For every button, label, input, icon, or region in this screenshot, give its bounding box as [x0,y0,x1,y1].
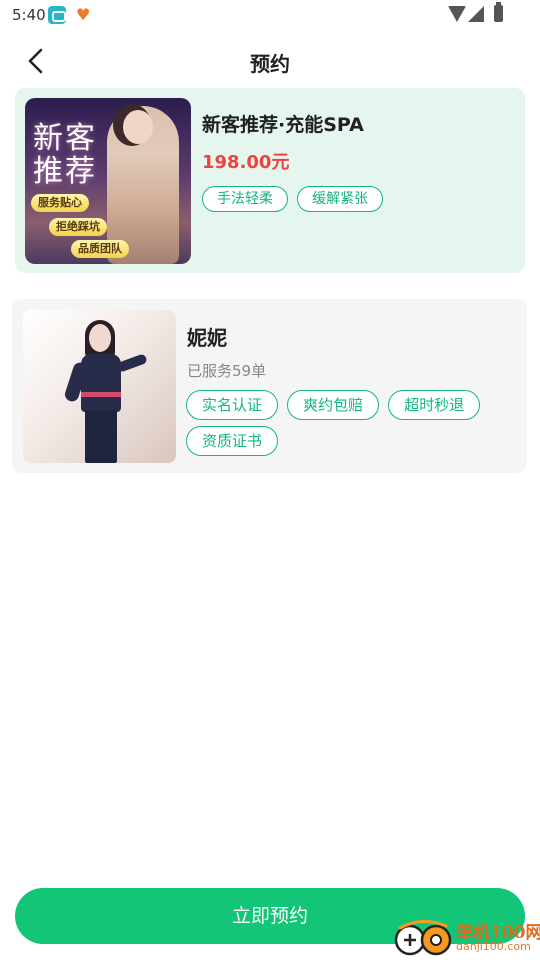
technician-tag: 实名认证 [186,390,279,420]
heart-app-icon: ♥ [76,5,91,24]
product-image-title: 新客推荐 [33,121,97,189]
signal-icon [468,6,484,22]
watermark-url: danji100.com [456,940,531,953]
status-bar: 5:40 ♥ [0,0,540,32]
technician-belt [81,392,121,397]
technician-body [81,354,121,412]
battery-icon [494,2,503,22]
wifi-icon [448,6,466,22]
technician-name: 妮妮 [187,326,227,350]
technician-tag: 超时秒退 [388,390,481,420]
technician-photo [23,310,176,463]
technician-legs [85,410,117,463]
watermark-logo-icon [394,920,452,956]
status-time: 5:40 [12,6,46,24]
technician-tag: 资质证书 [186,426,279,456]
product-image: 新客推荐 服务贴心 拒绝踩坑 品质团队 [25,98,191,264]
product-image-tag: 品质团队 [71,240,129,258]
page-title: 预约 [250,52,290,76]
technician-served-count: 已服务59单 [187,362,267,380]
product-name: 新客推荐·充能SPA [202,114,364,136]
product-tag: 缓解紧张 [297,186,384,212]
technician-tags: 实名认证 爽约包赔 超时秒退 资质证书 [186,390,516,462]
technician-card[interactable]: 妮妮 已服务59单 实名认证 爽约包赔 超时秒退 资质证书 [12,299,527,473]
product-tags: 手法轻柔 缓解紧张 [202,186,387,212]
product-image-tag: 服务贴心 [31,194,89,212]
product-card[interactable]: 新客推荐 服务贴心 拒绝踩坑 品质团队 新客推荐·充能SPA 198.00元 手… [15,88,525,273]
watermark: 单机100网 danji100.com [390,916,540,960]
app-notification-icon [48,6,66,24]
product-tag: 手法轻柔 [202,186,288,212]
technician-tag: 爽约包赔 [287,390,380,420]
nav-bar: 预约 [0,40,540,84]
technician-face [89,324,111,352]
product-image-tag: 拒绝踩坑 [49,218,107,236]
model-head [123,110,153,144]
product-price: 198.00元 [202,152,290,173]
